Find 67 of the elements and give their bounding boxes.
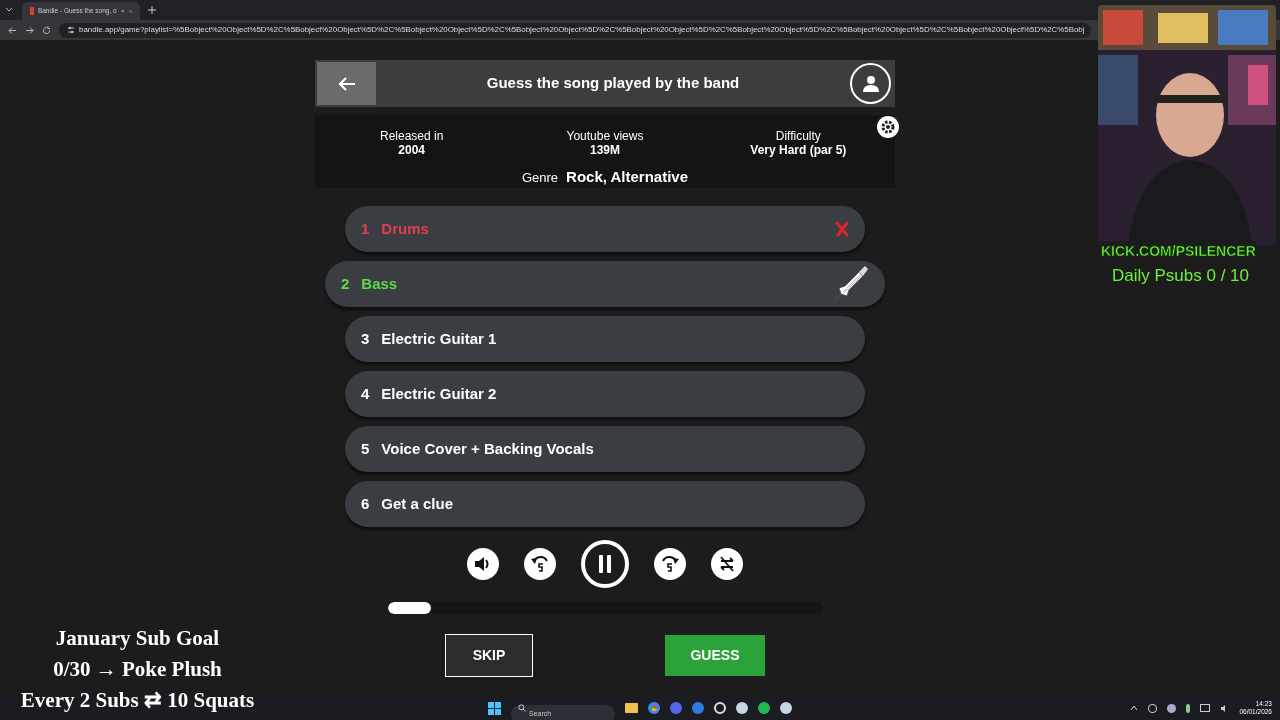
clue-label: Voice Cover + Backing Vocals: [381, 438, 594, 459]
game-launcher-icon[interactable]: [780, 702, 792, 714]
game-launcher-icon[interactable]: [736, 702, 748, 714]
forward-button[interactable]: [654, 548, 686, 580]
genre-value: Rock, Alternative: [566, 167, 689, 187]
clue-number: 2: [341, 273, 350, 294]
clue-row[interactable]: 4 Electric Guitar 2: [345, 371, 865, 417]
clue-label: Electric Guitar 1: [381, 328, 497, 349]
clue-number: 5: [361, 438, 370, 459]
pause-button[interactable]: [581, 540, 629, 588]
clue-row[interactable]: 6 Get a clue: [345, 481, 865, 527]
plus-icon[interactable]: [148, 6, 156, 14]
sub-goal-text: 0/30 → Poke Plush: [53, 656, 222, 683]
daily-subs-text: Daily Psubs 0 / 10: [1112, 265, 1249, 287]
clue-label: Bass: [361, 273, 398, 294]
info-value: 2004: [398, 143, 425, 157]
clue-label: Drums: [381, 218, 429, 239]
music-app-icon[interactable]: [758, 702, 770, 714]
skip-button[interactable]: SKIP: [445, 634, 533, 677]
volume-button[interactable]: [467, 548, 499, 580]
rewind-button[interactable]: [524, 548, 556, 580]
search-icon: [518, 704, 526, 712]
info-value: Very Hard (par 5): [750, 143, 847, 157]
speaker-icon: [120, 7, 125, 15]
sub-goal-text: January Sub Goal: [55, 625, 220, 652]
clue-row[interactable]: 3 Electric Guitar 1: [345, 316, 865, 362]
back-button[interactable]: [317, 62, 376, 105]
reload-icon[interactable]: [42, 25, 51, 35]
pause-icon: [598, 554, 612, 574]
clue-label: Electric Guitar 2: [381, 383, 497, 404]
user-icon: [861, 74, 880, 93]
clue-row[interactable]: 2 Bass: [325, 261, 885, 307]
site-settings-icon: [67, 26, 75, 34]
clue-number: 4: [361, 383, 370, 404]
info-value: 139M: [589, 143, 620, 157]
address-field[interactable]: [59, 22, 1091, 38]
browser-icon[interactable]: [648, 702, 660, 714]
forward-five-icon: [660, 554, 680, 574]
clue-number: 3: [361, 328, 370, 349]
clue-number: 6: [361, 493, 370, 514]
favicon-icon: [30, 7, 34, 15]
back-icon[interactable]: [8, 25, 17, 35]
repeat-off-button[interactable]: [711, 548, 743, 580]
arrow-left-icon: [337, 75, 356, 92]
page-title: Guess the song played by the band: [485, 73, 741, 94]
chevron-up-icon[interactable]: [1130, 704, 1139, 712]
settings-icon: [880, 119, 896, 135]
clue-label: Get a clue: [381, 493, 454, 514]
clue-number: 1: [361, 218, 370, 239]
profile-button[interactable]: [850, 63, 891, 104]
microphone-icon[interactable]: [1186, 703, 1191, 713]
chat-app-icon[interactable]: [670, 702, 682, 714]
info-label: Released in: [379, 129, 444, 143]
cross-icon: [835, 221, 849, 237]
settings-button[interactable]: [877, 116, 899, 138]
close-icon[interactable]: [128, 7, 132, 15]
rewind-five-icon: [530, 554, 550, 574]
sub-goal-text: Every 2 Subs ⇄ 10 Squats: [20, 687, 255, 714]
clue-row[interactable]: 5 Voice Cover + Backing Vocals: [345, 426, 865, 472]
repeat-off-icon: [718, 555, 736, 573]
windows-icon[interactable]: [488, 701, 501, 715]
tray-icon[interactable]: [1200, 704, 1211, 712]
forward-icon[interactable]: [25, 25, 34, 35]
genre-label: Genre: [521, 169, 559, 187]
app-icon[interactable]: [714, 702, 726, 714]
info-label: Difficulty: [775, 129, 821, 143]
info-label: Youtube views: [566, 129, 644, 143]
